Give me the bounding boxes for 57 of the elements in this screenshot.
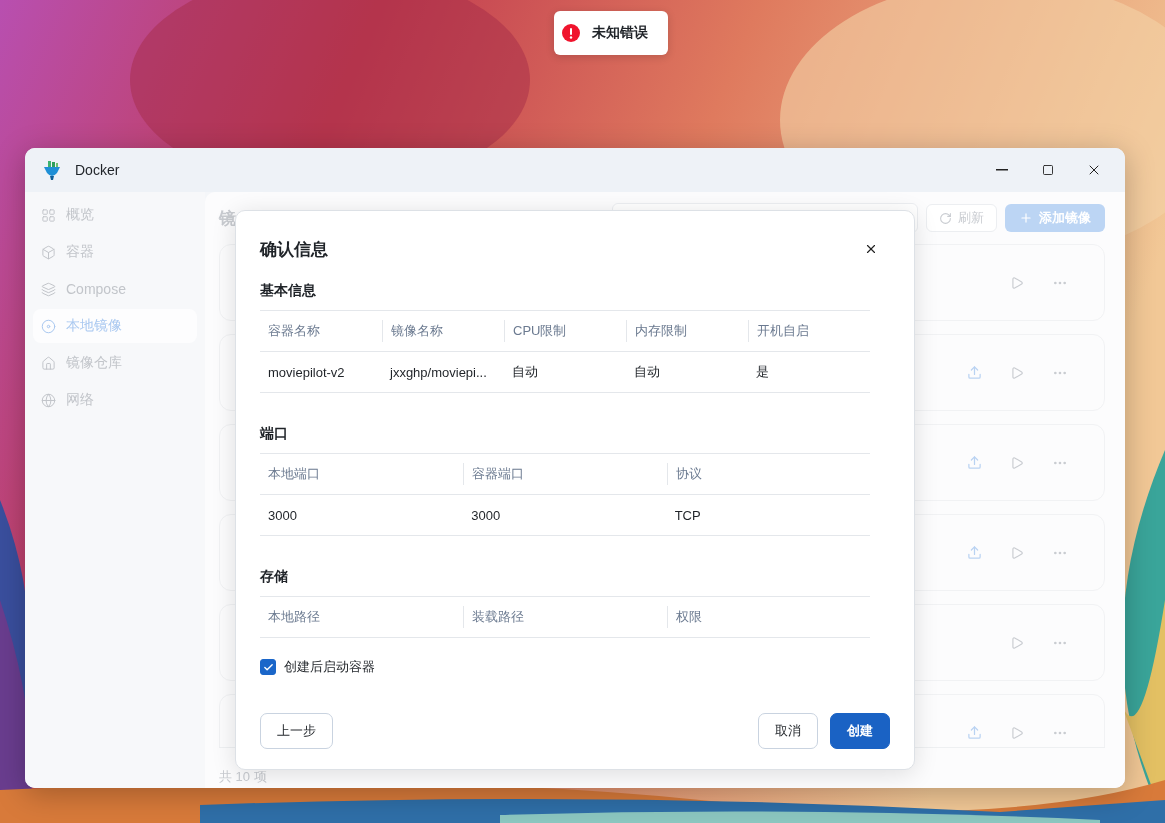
error-icon xyxy=(562,24,580,42)
table-cell-text: 自动 xyxy=(511,363,539,381)
checkbox[interactable] xyxy=(260,659,276,675)
sidebar-item[interactable]: 本地镜像 xyxy=(33,309,197,343)
table-cell-text: TCP xyxy=(673,507,702,523)
plus-icon xyxy=(1019,211,1033,225)
table-cell-text: 是 xyxy=(755,363,770,381)
close-icon xyxy=(864,242,878,256)
column-header: 内存限制 xyxy=(626,320,748,342)
column-header: 权限 xyxy=(666,606,870,628)
cancel-button[interactable]: 取消 xyxy=(758,713,818,749)
table-cell-text: 3000 xyxy=(470,507,502,523)
play-icon[interactable] xyxy=(1010,455,1024,470)
minimize-icon xyxy=(996,169,1008,171)
back-button[interactable]: 上一步 xyxy=(260,713,333,749)
checkmark-icon xyxy=(262,661,274,673)
section-title: 存储 xyxy=(260,568,289,586)
column-header: 容器名称 xyxy=(267,322,321,340)
globe-icon xyxy=(41,392,56,408)
column-header: 镜像名称 xyxy=(382,320,504,342)
table-cell-text: moviepilot-v2 xyxy=(267,364,346,380)
window-title: Docker xyxy=(75,162,121,178)
grid-icon xyxy=(41,207,56,223)
table-cell-text: jxxghp/moviepi... xyxy=(388,364,488,380)
dialog-title: 确认信息 xyxy=(260,238,328,261)
cube-icon xyxy=(41,244,56,260)
column-header: 协议 xyxy=(666,463,870,485)
upload-icon[interactable] xyxy=(967,365,982,380)
section-title: 基本信息 xyxy=(260,282,317,300)
checkbox-label: 创建后启动容器 xyxy=(284,658,375,676)
upload-icon[interactable] xyxy=(967,725,982,740)
add-image-button[interactable]: 添加镜像 xyxy=(1005,204,1105,232)
column-header: 容器端口 xyxy=(463,463,667,485)
section-title: 端口 xyxy=(260,425,289,443)
play-icon[interactable] xyxy=(1010,635,1024,650)
column-header: 本地端口 xyxy=(267,465,321,483)
table-cell-text: 3000 xyxy=(267,507,298,523)
maximize-icon xyxy=(1042,164,1054,176)
play-icon[interactable] xyxy=(1010,365,1024,380)
column-header: 装载路径 xyxy=(463,606,667,628)
app-logo-icon xyxy=(41,159,63,181)
play-icon[interactable] xyxy=(1010,275,1024,290)
column-header: 开机自启 xyxy=(748,320,870,342)
play-icon[interactable] xyxy=(1010,545,1024,560)
layers-icon xyxy=(41,281,56,297)
column-header: CPU限制 xyxy=(504,320,626,342)
column-header: 本地路径 xyxy=(267,608,321,626)
play-icon[interactable] xyxy=(1010,725,1024,740)
house-icon xyxy=(41,355,56,371)
upload-icon[interactable] xyxy=(967,545,982,560)
disc-icon xyxy=(41,318,56,334)
toast-message: 未知错误 xyxy=(592,24,648,42)
table-cell-text: 自动 xyxy=(633,363,661,381)
upload-icon[interactable] xyxy=(967,455,982,470)
sidebar-label: 本地镜像 xyxy=(66,317,122,335)
create-button[interactable]: 创建 xyxy=(830,713,890,749)
refresh-icon xyxy=(939,211,952,225)
